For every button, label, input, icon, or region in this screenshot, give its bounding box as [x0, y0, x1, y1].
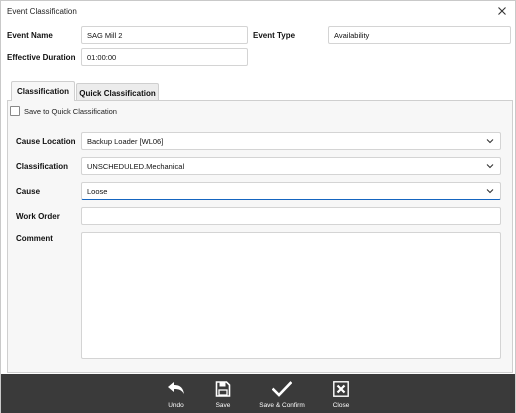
close-box-icon — [333, 381, 349, 397]
tab-classification[interactable]: Classification — [11, 81, 75, 101]
comment-textarea[interactable] — [81, 232, 501, 359]
event-name-label: Event Name — [7, 31, 53, 40]
save-label: Save — [215, 402, 231, 409]
classification-value: UNSCHEDULED.Mechanical — [87, 162, 185, 171]
floppy-disk-icon — [215, 381, 231, 397]
event-name-field[interactable]: SAG Mill 2 — [81, 26, 248, 44]
chevron-down-icon[interactable] — [486, 163, 494, 169]
save-and-confirm-button[interactable]: Save & Confirm — [253, 374, 311, 413]
event-type-field[interactable]: Availability — [328, 26, 511, 44]
classification-select[interactable]: UNSCHEDULED.Mechanical — [81, 157, 501, 175]
save-quick-classification-label: Save to Quick Classification — [24, 107, 117, 116]
work-order-label: Work Order — [16, 212, 60, 221]
save-button[interactable]: Save — [203, 374, 243, 413]
close-icon[interactable] — [495, 4, 509, 18]
chevron-down-icon[interactable] — [486, 188, 494, 194]
cause-location-value: Backup Loader [WL06] — [87, 137, 164, 146]
close-label: Close — [332, 402, 350, 409]
save-and-confirm-label: Save & Confirm — [259, 402, 305, 409]
undo-label: Undo — [168, 402, 184, 409]
cause-value: Loose — [87, 187, 108, 196]
work-order-field[interactable] — [81, 207, 501, 225]
comment-label: Comment — [16, 234, 53, 243]
cause-location-label: Cause Location — [16, 137, 76, 146]
classification-label: Classification — [16, 162, 69, 171]
undo-icon — [168, 382, 184, 394]
effective-duration-field[interactable]: 01:00:00 — [81, 48, 248, 66]
event-classification-dialog: Event Classification Event Name SAG Mill… — [0, 0, 516, 413]
cause-label: Cause — [16, 187, 41, 196]
cause-location-select[interactable]: Backup Loader [WL06] — [81, 132, 501, 150]
event-type-label: Event Type — [253, 31, 296, 40]
save-quick-classification-checkbox[interactable] — [10, 106, 20, 116]
dialog-title: Event Classification — [7, 7, 77, 16]
effective-duration-label: Effective Duration — [7, 53, 76, 62]
close-button[interactable]: Close — [321, 374, 361, 413]
bottom-toolbar: Undo Save Save & Confirm Close — [1, 374, 515, 413]
undo-button[interactable]: Undo — [156, 374, 196, 413]
checkmark-icon — [272, 381, 292, 397]
title-bar: Event Classification — [1, 1, 515, 22]
chevron-down-icon[interactable] — [486, 138, 494, 144]
cause-select[interactable]: Loose — [81, 182, 501, 200]
